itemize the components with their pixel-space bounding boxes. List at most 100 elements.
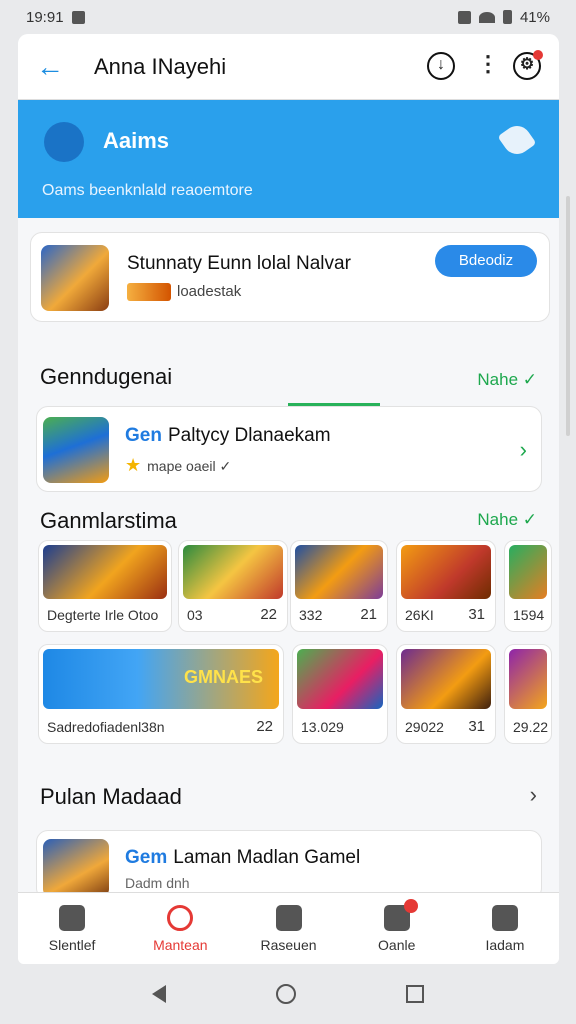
profile-icon [491, 905, 518, 931]
game-tile[interactable]: 03 22 [178, 540, 288, 632]
list-item-title-text: Paltycy Dlanaekam [167, 425, 331, 446]
game-tile[interactable]: Degterte Irle Otoo [38, 540, 172, 632]
wifi-icon [478, 11, 495, 23]
back-arrow-icon[interactable]: ← [36, 51, 66, 82]
nav-item-games[interactable]: Mantean [126, 893, 234, 964]
featured-game-thumbnail [41, 245, 109, 311]
list-item[interactable]: Gem Laman Madlan Gamel Dadm dnh [36, 830, 542, 900]
nav-label: Raseuen [260, 937, 317, 953]
avatar[interactable] [44, 122, 84, 162]
notification-icon [71, 10, 85, 24]
list-item[interactable]: Gen Paltycy Dlanaekam ★ mape oaeil ✓ › [36, 406, 542, 492]
game-tile-art [297, 649, 383, 709]
store-icon [275, 905, 302, 931]
system-back-icon[interactable] [152, 985, 166, 1003]
game-tile-count: 21 [360, 606, 377, 623]
section-more-link[interactable]: Nahe ✓ [477, 370, 537, 390]
game-thumbnail [43, 839, 109, 897]
section-title-popular: Pulan Madaad [40, 784, 182, 809]
game-tile-caption: Sadredofiadenl38n [47, 719, 165, 735]
game-tile-count: 31 [468, 718, 485, 735]
scrollbar[interactable] [566, 196, 570, 436]
banner-subtitle: Oams beenknlald reaoemtore [42, 182, 253, 199]
game-tile[interactable]: 26KI 31 [396, 540, 496, 632]
game-tile-caption: 26KI [405, 607, 434, 623]
game-tile[interactable]: 29022 31 [396, 644, 496, 744]
chevron-right-icon[interactable]: › [520, 437, 527, 463]
game-badge-icon [127, 283, 171, 302]
status-left: 19:91 [26, 9, 85, 26]
game-tile-caption: 1594 [513, 607, 545, 623]
more-options-icon[interactable]: ⋮ [477, 52, 499, 80]
notification-badge [403, 899, 418, 913]
game-tile-art [509, 649, 547, 709]
app-bar: ← Anna INayehi ↓ ⋮ ⚙ [18, 34, 559, 100]
chevron-right-icon[interactable]: › [530, 782, 537, 808]
profile-banner: Aaims Oams beenknlald reaoemtore [18, 100, 559, 218]
notification-dot [533, 50, 543, 60]
game-tile[interactable]: 332 21 [290, 540, 388, 632]
nav-item-profile[interactable]: Iadam [451, 893, 559, 964]
page-title: Anna INayehi [94, 53, 227, 79]
controller-icon [383, 899, 418, 931]
featured-game-title: Stunnaty Eunn lolal Nalvar [127, 253, 351, 274]
section-more-link[interactable]: Nahe ✓ [477, 510, 537, 530]
games-icon [167, 905, 194, 931]
nav-label: Oanle [378, 937, 416, 953]
game-tile-caption: 29.22 [513, 719, 549, 735]
get-button[interactable]: Bdeodiz [435, 245, 537, 277]
status-bar: 19:91 41% [0, 0, 576, 34]
featured-game-card[interactable]: Stunnaty Eunn lolal Nalvar loadestak Bde… [30, 232, 550, 322]
appbar-actions: ↓ ⋮ ⚙ [427, 50, 543, 80]
app-window: ← Anna INayehi ↓ ⋮ ⚙ Aaims Oams beenknla… [18, 34, 559, 964]
game-tile[interactable]: 1594 [504, 540, 552, 632]
battery-level: 41% [519, 8, 550, 26]
system-navigation [0, 964, 576, 1024]
tag-label: Gem [125, 847, 168, 868]
game-tile[interactable]: 29.22 [504, 644, 552, 744]
status-time: 19:91 [26, 8, 64, 26]
game-tile-art [509, 545, 547, 599]
game-tile-art [401, 545, 491, 599]
bottom-navigation: Slentlef Mantean Raseuen Oanle Iadam [18, 892, 559, 964]
featured-subtitle-text: loadestak [177, 283, 242, 300]
section-title-games: Ganmlarstima [40, 508, 177, 533]
nav-item-store[interactable]: Raseuen [234, 893, 342, 964]
game-tile-caption: 29022 [405, 719, 444, 735]
game-tile-art [43, 545, 167, 599]
game-tile-overlay-text: GMNAES [183, 667, 263, 687]
system-home-icon[interactable] [276, 984, 296, 1004]
list-item-title-text: Laman Madlan Gamel [173, 847, 361, 868]
star-icon: ★ [125, 455, 142, 475]
game-tile-count: 31 [468, 606, 485, 623]
game-tile-art [401, 649, 491, 709]
status-right: 41% [457, 8, 550, 26]
section-title-genres: Genndugenai [40, 364, 173, 389]
nav-label: Slentlef [48, 937, 96, 953]
game-thumbnail [43, 417, 109, 483]
bluetooth-icon [457, 10, 471, 24]
game-tile-count: 22 [260, 606, 277, 623]
game-tile[interactable]: GMNAES Sadredofiadenl38n 22 [38, 644, 284, 744]
game-tile[interactable]: 13.029 [292, 644, 388, 744]
download-icon[interactable]: ↓ [427, 52, 455, 80]
nav-item-controller[interactable]: Oanle [343, 893, 451, 964]
battery-icon [502, 10, 512, 24]
game-tile-caption: 03 [187, 607, 203, 623]
list-item-subtitle-text: mape oaeil ✓ [147, 458, 232, 474]
system-recents-icon[interactable] [406, 985, 424, 1003]
settings-icon[interactable]: ⚙ [513, 50, 543, 80]
game-tile-caption: 332 [299, 607, 323, 623]
home-icon [59, 905, 86, 931]
game-tile-art [183, 545, 283, 599]
nav-item-home[interactable]: Slentlef [18, 893, 126, 964]
list-item-subtitle: Dadm dnh [125, 875, 190, 891]
game-tile-count: 22 [256, 718, 273, 735]
game-tile-caption: Degterte Irle Otoo [47, 607, 159, 623]
list-item-title: Gen Paltycy Dlanaekam [125, 425, 331, 447]
list-item-title: Gem Laman Madlan Gamel [125, 847, 360, 869]
tag-label: Gen [125, 425, 162, 446]
banner-title: Aaims [103, 128, 170, 153]
edit-icon[interactable] [497, 120, 537, 160]
nav-label: Mantean [153, 937, 208, 953]
